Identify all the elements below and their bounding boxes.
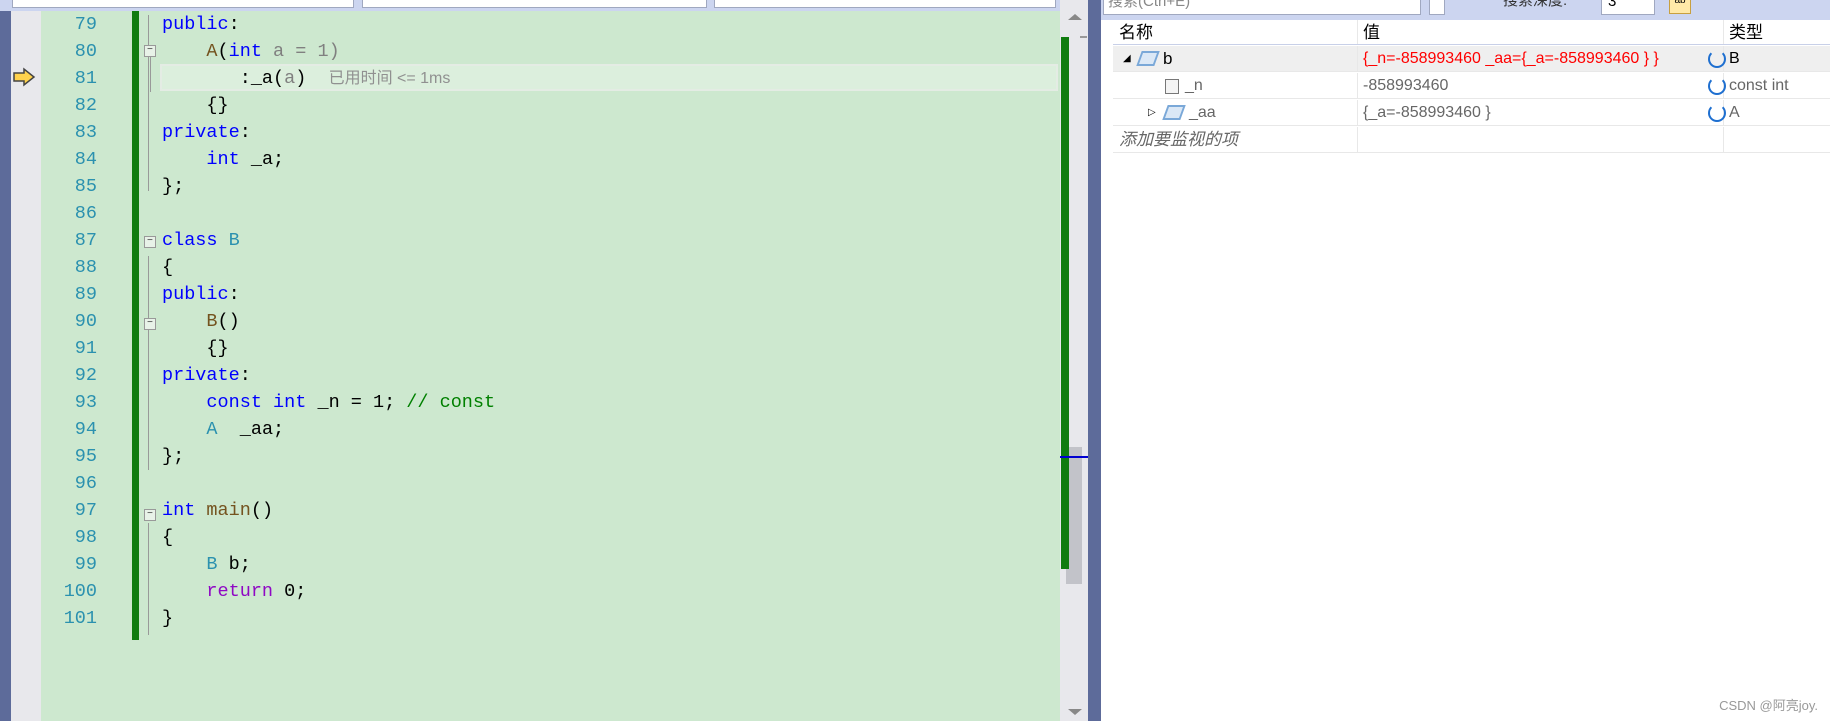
line-number: 83 [74,122,97,143]
code-line-85: }; [162,176,185,197]
code-line-90: B() [206,311,240,332]
line-number: 94 [74,419,97,440]
line-number: 80 [74,41,97,62]
outline-guide [150,56,151,92]
watch-name: b [1163,49,1173,68]
caret-position-marker [1060,456,1088,458]
code-line-89: public: [162,284,240,305]
change-marker [1061,37,1069,569]
line-number: 89 [74,284,97,305]
line-number: 86 [74,203,97,224]
code-line-83: private: [162,122,251,143]
breakpoint-gutter[interactable] [11,11,41,721]
line-number: 91 [74,338,97,359]
column-header-name[interactable]: 名称 [1113,20,1358,44]
code-line-100: return 0; [206,581,307,602]
code-line-97: int main() [162,500,274,521]
scope-combo[interactable] [362,0,707,8]
line-number: 81 [74,68,97,89]
line-number: 90 [74,311,97,332]
vertical-scrollbar[interactable] [1060,0,1088,721]
editor-nav-bar [0,0,1088,11]
line-number: 79 [74,14,97,35]
hex-display-icon[interactable]: ab [1669,0,1691,14]
watch-add-row[interactable]: 添加要监视的项 [1113,127,1830,153]
panel-splitter[interactable] [1088,0,1101,721]
watch-name: _aa [1189,104,1216,121]
project-combo[interactable] [12,0,354,8]
line-number: 82 [74,95,97,116]
outline-guide [148,256,149,470]
member-combo[interactable] [714,0,1056,8]
watch-value[interactable]: {_a=-858993460 } [1358,100,1724,125]
scroll-down-icon[interactable] [1068,709,1082,715]
watermark: CSDN @阿亮joy. [1719,698,1818,713]
line-number: 87 [74,230,97,251]
add-watch-placeholder[interactable]: 添加要监视的项 [1113,127,1358,152]
line-number: 101 [63,608,97,629]
line-number: 92 [74,365,97,386]
perf-tip[interactable]: 已用时间 <= 1ms [329,70,451,87]
line-number: 84 [74,149,97,170]
scroll-up-icon[interactable] [1068,14,1082,20]
watch-window: 搜索(Ctrl+E) 搜索深度: 3 ab 名称 值 类型 ◢ b {_n=-8… [1101,0,1830,721]
watch-search-input[interactable]: 搜索(Ctrl+E) [1103,0,1421,15]
line-number: 97 [74,500,97,521]
collapse-toggle[interactable]: − [144,318,156,330]
expanded-arrow-icon[interactable]: ◢ [1123,46,1131,72]
code-line-82: {} [206,95,229,116]
field-lock-icon [1165,79,1179,94]
watch-value[interactable]: -858993460 [1358,73,1724,98]
code-line-94: A _aa; [206,419,285,440]
code-line-87: class B [162,230,240,251]
code-line-81: :_a(a) 已用时间 <= 1ms [239,68,451,89]
outline-guide [148,523,149,635]
code-line-98: { [162,527,174,548]
code-line-93: const int _n = 1; // const [206,392,496,413]
line-number: 96 [74,473,97,494]
watch-name: _n [1185,77,1203,94]
line-number: 93 [74,392,97,413]
current-statement-arrow-icon [13,67,36,87]
change-tracking-bar [132,11,139,640]
code-line-101: } [162,608,174,629]
collapse-toggle[interactable]: − [144,45,156,57]
search-depth-select[interactable]: 3 [1601,0,1655,15]
code-line-99: B b; [206,554,251,575]
watch-header: 名称 值 类型 [1113,20,1830,45]
line-number: 98 [74,527,97,548]
watch-value[interactable]: {_n=-858993460 _aa={_a=-858993460 } } [1358,46,1724,71]
code-line-95: }; [162,446,185,467]
code-line-92: private: [162,365,251,386]
watch-row[interactable]: ▷ _aa {_a=-858993460 } A [1113,100,1830,126]
watch-type: A [1729,104,1740,121]
code-line-79: public: [162,14,240,35]
search-dropdown-button[interactable] [1429,0,1445,15]
watch-type: B [1729,50,1740,67]
map-marker [1080,36,1087,38]
line-number: 85 [74,176,97,197]
code-line-80: A(int a = 1) [206,41,340,62]
window-edge [0,0,11,721]
object-icon [1136,51,1160,66]
line-number: 99 [74,554,97,575]
collapsed-arrow-icon[interactable]: ▷ [1148,100,1156,126]
column-header-type[interactable]: 类型 [1724,20,1763,44]
object-lock-icon [1162,105,1186,120]
line-number: 88 [74,257,97,278]
line-number: 100 [63,581,97,602]
column-header-value[interactable]: 值 [1358,20,1724,44]
watch-type: const int [1729,77,1789,94]
collapse-toggle[interactable]: − [144,509,156,521]
code-line-91: {} [206,338,229,359]
outline-guide [148,15,149,191]
collapse-toggle[interactable]: − [144,236,156,248]
search-depth-label: 搜索深度: [1503,0,1568,9]
line-number: 95 [74,446,97,467]
watch-row[interactable]: ◢ b {_n=-858993460 _aa={_a=-858993460 } … [1113,46,1830,72]
watch-row[interactable]: _n -858993460 const int [1113,73,1830,99]
watch-toolbar: 搜索(Ctrl+E) 搜索深度: 3 ab [1101,0,1830,20]
code-line-88: { [162,257,174,278]
code-line-84: int _a; [206,149,285,170]
